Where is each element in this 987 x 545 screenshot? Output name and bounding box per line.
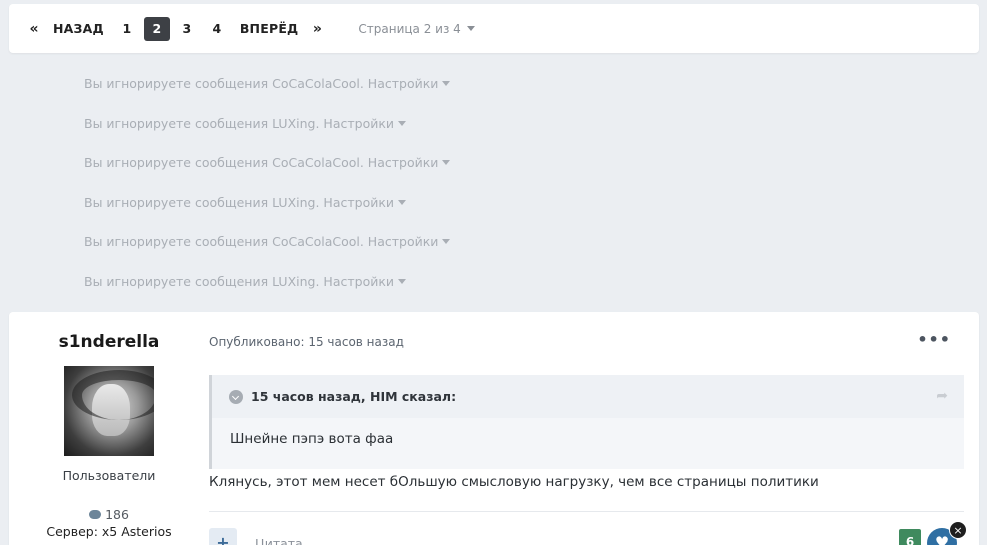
- quote-citation: 15 часов назад, HIM сказал:: [251, 389, 457, 404]
- prev-page-button[interactable]: НАЗАД: [45, 17, 112, 41]
- ignored-notice-text: Вы игнорируете сообщения CoCaColaCool. Н…: [84, 155, 439, 170]
- post-author-panel: s1nderella Пользователи 186 Сервер: x5 A…: [9, 312, 209, 539]
- ignored-notice-text: Вы игнорируете сообщения LUXing. Настрой…: [84, 195, 395, 210]
- ignored-notice-text: Вы игнорируете сообщения LUXing. Настрой…: [84, 116, 395, 131]
- ignored-post-notice[interactable]: Вы игнорируете сообщения CoCaColaCool. Н…: [84, 155, 451, 170]
- ignored-post-notice[interactable]: Вы игнорируете сообщения CoCaColaCool. Н…: [84, 76, 451, 91]
- user-group: Пользователи: [62, 468, 156, 483]
- caret-down-icon: [398, 121, 407, 126]
- forum-post: s1nderella Пользователи 186 Сервер: x5 A…: [9, 312, 979, 545]
- share-arrow-icon[interactable]: ➦: [936, 388, 948, 404]
- post-content: Клянусь, этот мем несет бОльшую смыслову…: [209, 474, 819, 490]
- pagination-bar: « НАЗАД 1 2 3 4 ВПЕРЁД » Страница 2 из 4: [9, 4, 979, 53]
- chevron-down-icon[interactable]: [229, 389, 243, 404]
- post-menu-button[interactable]: •••: [917, 332, 951, 348]
- caret-down-icon: [398, 279, 407, 284]
- caret-down-icon: [398, 200, 407, 205]
- author-name-link[interactable]: s1nderella: [9, 332, 209, 352]
- page-4-button[interactable]: 4: [204, 17, 230, 41]
- page-1-button[interactable]: 1: [114, 17, 140, 41]
- ignored-post-notice[interactable]: Вы игнорируете сообщения LUXing. Настрой…: [84, 195, 407, 210]
- ignored-post-notice[interactable]: Вы игнорируете сообщения CoCaColaCool. Н…: [84, 234, 451, 249]
- quote-text: Шнейне пэпэ вота фаа: [230, 431, 394, 447]
- avatar[interactable]: [64, 366, 154, 456]
- caret-down-icon: [442, 160, 451, 165]
- quote-block: 15 часов назад, HIM сказал: ➦ Шнейне пэп…: [209, 375, 964, 469]
- page-jump-dropdown[interactable]: Страница 2 из 4: [358, 21, 475, 36]
- ignored-notice-text: Вы игнорируете сообщения CoCaColaCool. Н…: [84, 76, 439, 91]
- page-3-button[interactable]: 3: [174, 17, 200, 41]
- post-count: 186: [9, 507, 209, 522]
- comment-icon: [89, 510, 102, 519]
- caret-down-icon: [466, 26, 475, 31]
- divider: [209, 511, 964, 512]
- last-page-button[interactable]: »: [306, 17, 328, 41]
- close-icon[interactable]: ×: [949, 521, 967, 539]
- post-date: Опубликовано: 15 часов назад: [209, 335, 404, 349]
- ignored-post-notice[interactable]: Вы игнорируете сообщения LUXing. Настрой…: [84, 274, 407, 289]
- next-page-button[interactable]: ВПЕРЁД: [232, 17, 307, 41]
- user-server: Сервер: x5 Asterios: [46, 524, 172, 539]
- post-count-value: 186: [105, 507, 129, 522]
- page-info-label: Страница 2 из 4: [358, 21, 461, 36]
- ignored-notice-text: Вы игнорируете сообщения CoCaColaCool. Н…: [84, 234, 439, 249]
- multiquote-add-button[interactable]: +: [209, 528, 237, 545]
- ignored-post-notice[interactable]: Вы игнорируете сообщения LUXing. Настрой…: [84, 116, 407, 131]
- page-2-button[interactable]: 2: [143, 16, 170, 41]
- quote-button[interactable]: Цитата: [255, 536, 303, 545]
- quote-header: 15 часов назад, HIM сказал: ➦: [212, 375, 964, 418]
- reputation-count: 6: [899, 529, 921, 545]
- caret-down-icon: [442, 239, 451, 244]
- first-page-button[interactable]: «: [23, 17, 45, 41]
- caret-down-icon: [442, 81, 451, 86]
- ignored-notice-text: Вы игнорируете сообщения LUXing. Настрой…: [84, 274, 395, 289]
- heart-icon: ♥: [934, 533, 950, 545]
